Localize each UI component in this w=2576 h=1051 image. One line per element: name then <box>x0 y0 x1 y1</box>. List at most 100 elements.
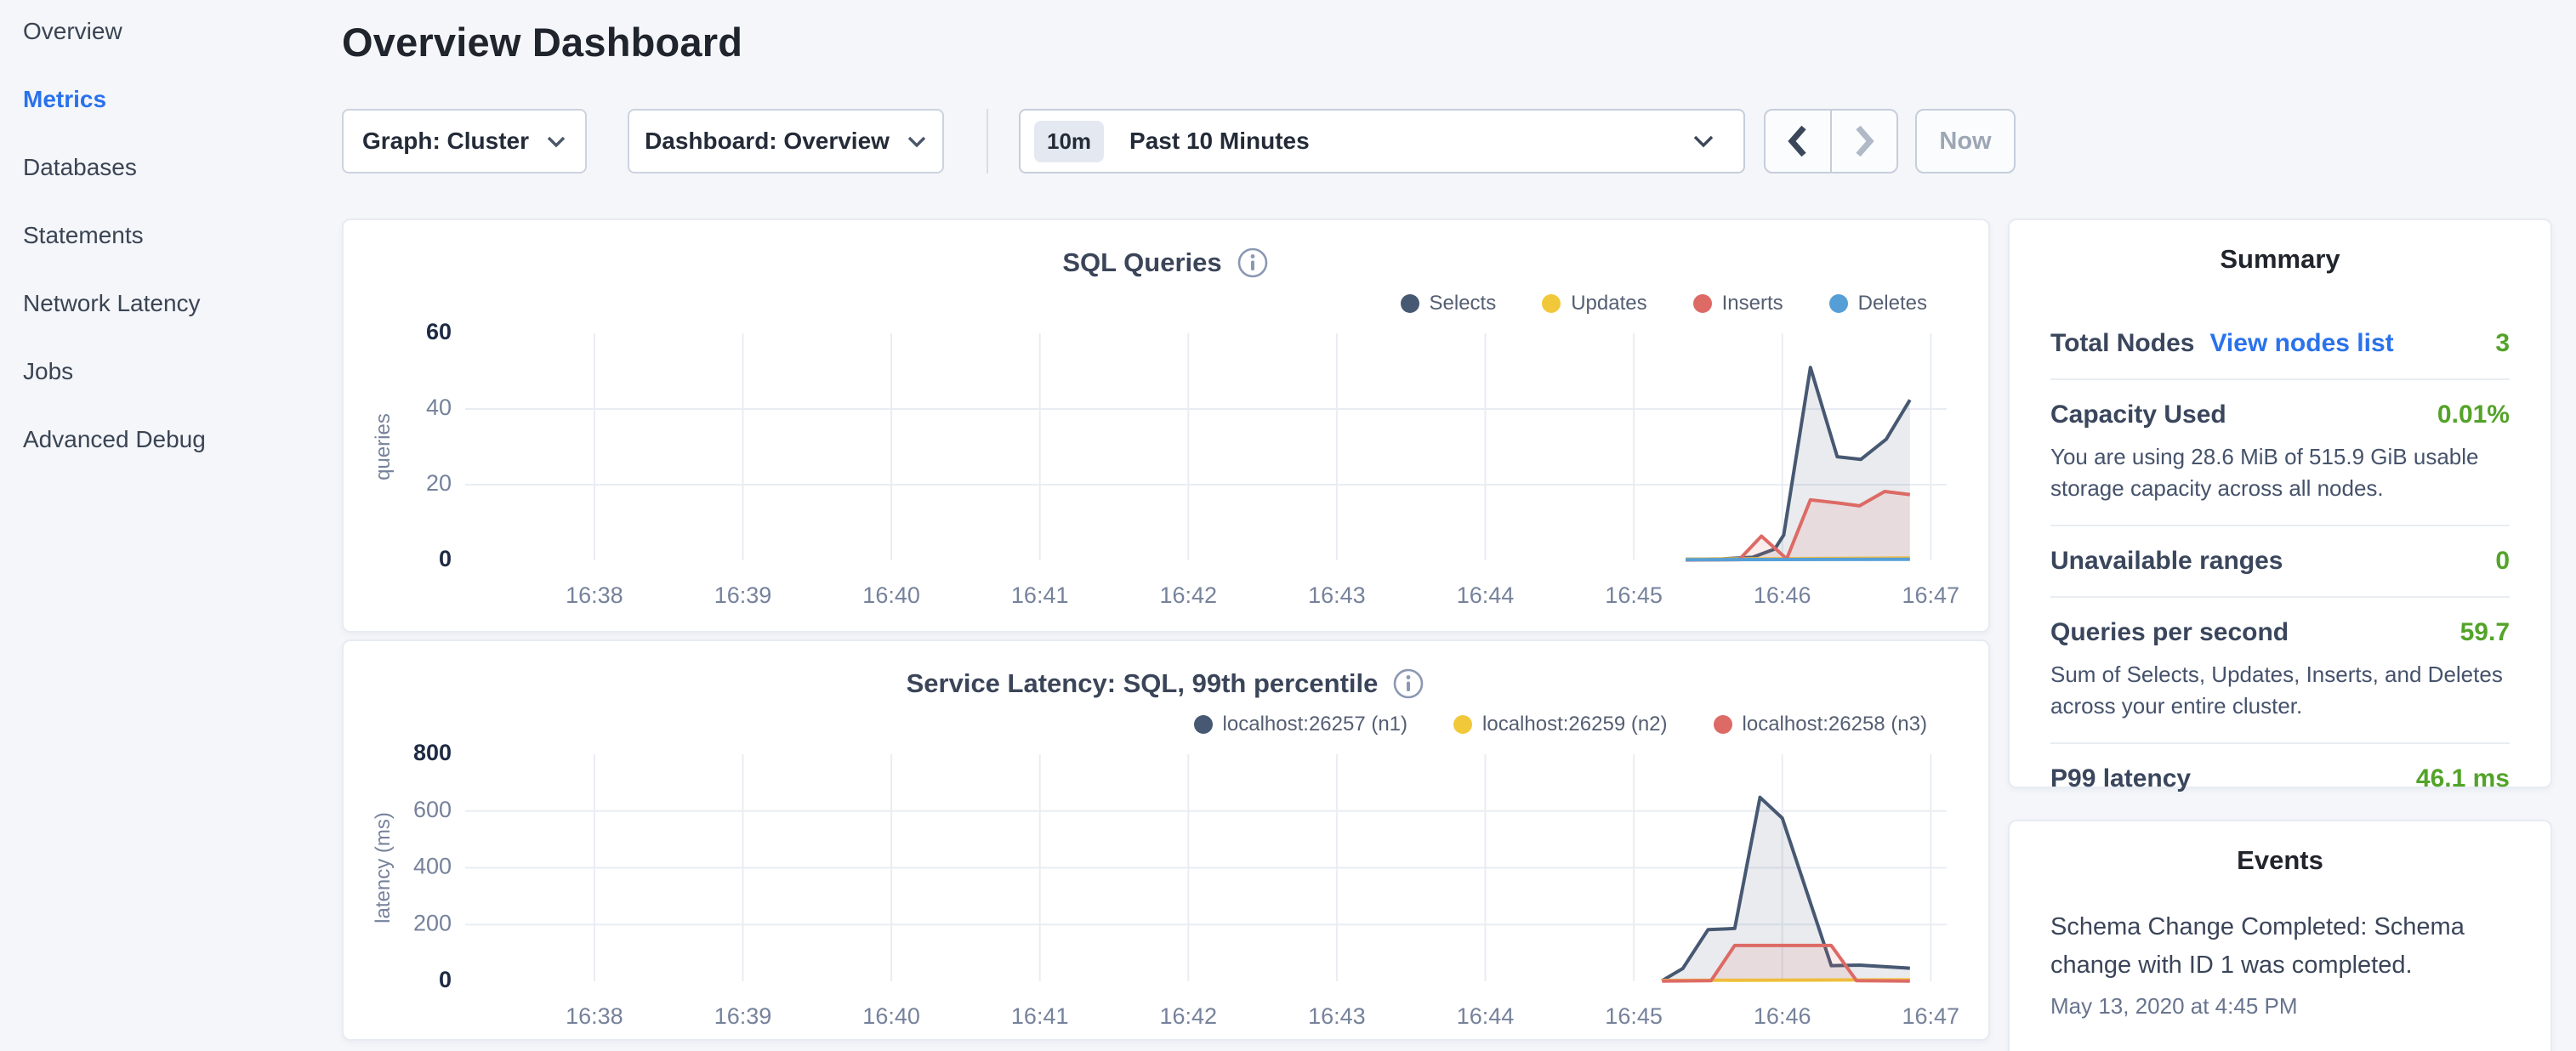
legend-dot <box>1453 715 1472 734</box>
svg-text:16:41: 16:41 <box>1011 1003 1069 1029</box>
summary-subtext: You are using 28.6 MiB of 515.9 GiB usab… <box>2050 441 2510 504</box>
summary-label: Capacity Used <box>2050 401 2226 429</box>
svg-text:40: 40 <box>426 395 452 420</box>
graph-scope-dropdown[interactable]: Graph: Cluster <box>342 109 587 173</box>
svg-text:16:42: 16:42 <box>1160 582 1218 608</box>
svg-text:16:41: 16:41 <box>1011 582 1069 608</box>
legend-dot <box>1401 294 1419 313</box>
chart-legend: Selects Updates Inserts Deletes <box>1401 292 1928 315</box>
legend-item[interactable]: localhost:26259 (n2) <box>1453 713 1667 736</box>
svg-text:20: 20 <box>426 470 452 496</box>
sidebar-item-advanced-debug[interactable]: Advanced Debug <box>23 420 342 459</box>
summary-value: 0.01% <box>2437 401 2510 429</box>
service-latency-chart[interactable]: 16:3816:3916:4016:4116:4216:4316:4416:45… <box>344 743 1992 1032</box>
sidebar-item-overview[interactable]: Overview <box>23 12 342 51</box>
legend-label: localhost:26257 (n1) <box>1223 713 1407 736</box>
time-range-picker[interactable]: 10m Past 10 Minutes <box>1019 109 1745 173</box>
svg-text:16:39: 16:39 <box>714 1003 772 1029</box>
svg-text:16:46: 16:46 <box>1754 582 1811 608</box>
svg-text:16:38: 16:38 <box>566 582 623 608</box>
dashboard-dropdown[interactable]: Dashboard: Overview <box>628 109 944 173</box>
sidebar-item-databases[interactable]: Databases <box>23 148 342 187</box>
svg-text:16:43: 16:43 <box>1308 1003 1366 1029</box>
summary-panel: Summary Total Nodes View nodes list 3 Ca… <box>2008 219 2552 788</box>
legend-dot <box>1194 715 1213 734</box>
legend-label: localhost:26259 (n2) <box>1482 713 1667 736</box>
event-item[interactable]: Schema Change Completed: Schema change w… <box>2010 908 2550 1020</box>
sidebar-item-jobs[interactable]: Jobs <box>23 352 342 391</box>
legend-dot <box>1829 294 1848 313</box>
summary-value: 0 <box>2495 547 2510 576</box>
previous-range-button[interactable] <box>1766 111 1832 172</box>
sql-queries-chart[interactable]: 16:3816:3916:4016:4116:4216:4316:4416:45… <box>344 322 1992 611</box>
legend-label: Selects <box>1430 292 1497 315</box>
chart-legend: localhost:26257 (n1) localhost:26259 (n2)… <box>1194 713 1927 736</box>
legend-item[interactable]: Deletes <box>1829 292 1927 315</box>
time-range-label: Past 10 Minutes <box>1129 128 1310 155</box>
chevron-down-icon <box>546 135 566 148</box>
legend-item[interactable]: localhost:26257 (n1) <box>1194 713 1407 736</box>
sidebar-item-metrics[interactable]: Metrics <box>23 80 342 119</box>
legend-item[interactable]: Updates <box>1542 292 1646 315</box>
legend-label: Deletes <box>1858 292 1927 315</box>
toolbar-divider <box>987 109 988 173</box>
info-icon[interactable] <box>1391 667 1425 701</box>
chevron-down-icon <box>907 135 927 148</box>
next-range-button[interactable] <box>1832 111 1896 172</box>
svg-text:16:46: 16:46 <box>1754 1003 1811 1029</box>
legend-item[interactable]: Selects <box>1401 292 1497 315</box>
legend-dot <box>1714 715 1732 734</box>
svg-text:16:44: 16:44 <box>1457 582 1515 608</box>
sidebar-item-statements[interactable]: Statements <box>23 216 342 255</box>
svg-text:16:39: 16:39 <box>714 582 772 608</box>
chart-title: SQL Queries <box>1062 247 1221 278</box>
time-range-badge: 10m <box>1034 121 1104 162</box>
svg-text:16:45: 16:45 <box>1605 1003 1663 1029</box>
summary-row-unavailable-ranges: Unavailable ranges 0 <box>2050 525 2510 596</box>
events-title: Events <box>2010 845 2550 876</box>
chevron-right-icon <box>1853 123 1875 159</box>
summary-row-p99-latency: P99 latency 46.1 ms <box>2050 742 2510 814</box>
svg-text:600: 600 <box>413 797 452 822</box>
svg-text:16:38: 16:38 <box>566 1003 623 1029</box>
svg-text:queries: queries <box>372 413 395 480</box>
svg-text:400: 400 <box>413 854 452 879</box>
legend-item[interactable]: localhost:26258 (n3) <box>1714 713 1927 736</box>
service-latency-chart-panel: Service Latency: SQL, 99th percentile lo… <box>342 639 1990 1041</box>
svg-text:16:43: 16:43 <box>1308 582 1366 608</box>
svg-text:latency (ms): latency (ms) <box>372 812 395 923</box>
chevron-down-icon <box>1692 134 1714 148</box>
chart-title: Service Latency: SQL, 99th percentile <box>907 668 1379 699</box>
svg-text:0: 0 <box>439 967 452 992</box>
sidebar-item-network-latency[interactable]: Network Latency <box>23 284 342 323</box>
now-button[interactable]: Now <box>1915 109 2016 173</box>
svg-text:16:44: 16:44 <box>1457 1003 1515 1029</box>
svg-text:16:40: 16:40 <box>862 582 920 608</box>
summary-label: Queries per second <box>2050 618 2289 647</box>
event-timestamp: May 13, 2020 at 4:45 PM <box>2050 993 2510 1020</box>
sidebar: Overview Metrics Databases Statements Ne… <box>0 0 342 1051</box>
summary-value: 59.7 <box>2460 618 2510 647</box>
dashboard-label: Dashboard: Overview <box>645 128 890 155</box>
legend-item[interactable]: Inserts <box>1693 292 1783 315</box>
summary-row-queries-per-second: Queries per second 59.7 Sum of Selects, … <box>2050 596 2510 742</box>
summary-subtext: Sum of Selects, Updates, Inserts, and De… <box>2050 659 2510 722</box>
summary-label: P99 latency <box>2050 764 2191 793</box>
legend-label: localhost:26258 (n3) <box>1743 713 1927 736</box>
info-icon[interactable] <box>1236 246 1270 280</box>
svg-text:16:42: 16:42 <box>1160 1003 1218 1029</box>
legend-label: Updates <box>1571 292 1646 315</box>
svg-text:60: 60 <box>426 322 452 344</box>
chevron-left-icon <box>1787 123 1809 159</box>
view-nodes-list-link[interactable]: View nodes list <box>2209 329 2393 358</box>
svg-text:0: 0 <box>439 546 452 571</box>
toolbar: Graph: Cluster Dashboard: Overview 10m P… <box>342 109 2016 173</box>
svg-text:16:47: 16:47 <box>1902 1003 1960 1029</box>
events-panel: Events Schema Change Completed: Schema c… <box>2008 820 2552 1051</box>
summary-row-total-nodes: Total Nodes View nodes list 3 <box>2050 309 2510 378</box>
event-text: Schema Change Completed: Schema change w… <box>2050 908 2510 985</box>
time-step-buttons <box>1764 109 1898 173</box>
summary-label: Unavailable ranges <box>2050 547 2283 576</box>
svg-text:200: 200 <box>413 910 452 935</box>
svg-text:16:47: 16:47 <box>1902 582 1960 608</box>
